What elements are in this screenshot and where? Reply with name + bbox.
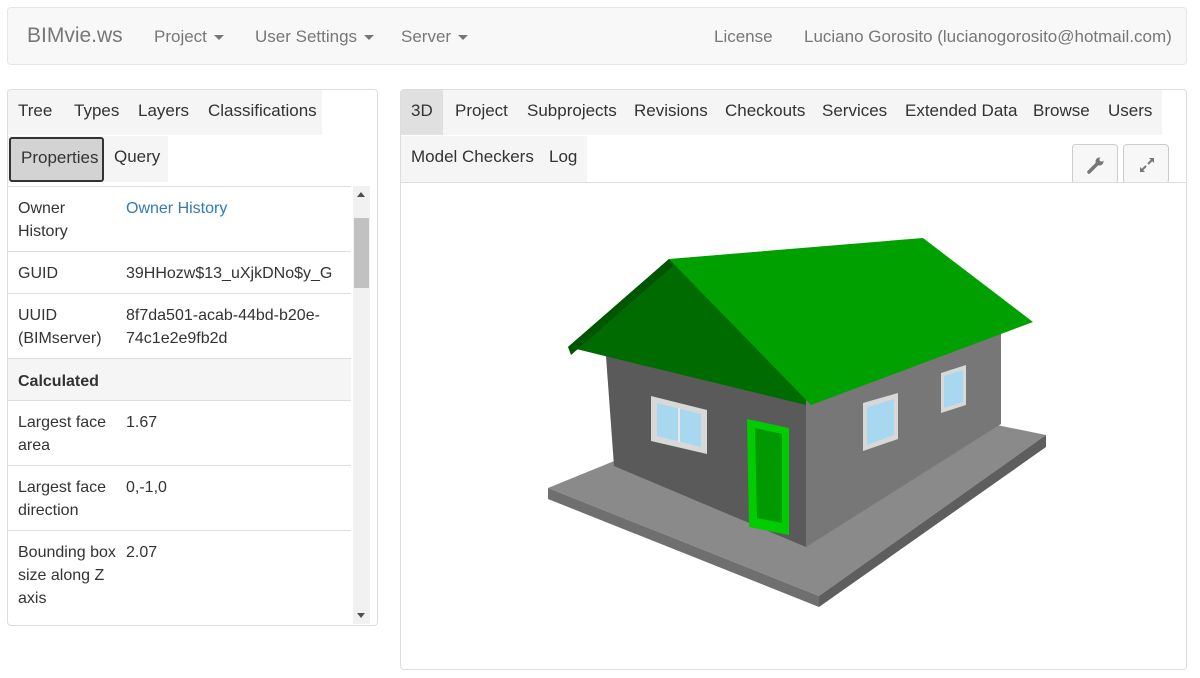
tab-3d[interactable]: 3D (401, 90, 443, 135)
menu-user-settings[interactable]: User Settings (255, 27, 375, 47)
property-key: Largest face area (18, 414, 107, 454)
property-row: GUID 39HHozw$13_uXjkDNo$y_G (8, 251, 351, 293)
menu-user-settings-label: User Settings (255, 27, 358, 46)
tab-types[interactable]: Types (64, 90, 129, 135)
property-key: UUID (BIMserver) (18, 307, 102, 347)
tab-extended-data[interactable]: Extended Data (895, 90, 1027, 135)
section-title: Calculated (18, 373, 99, 390)
menu-project-label: Project (154, 27, 207, 46)
scroll-up-arrow-icon[interactable] (357, 192, 365, 197)
tab-classifications[interactable]: Classifications (198, 90, 327, 135)
owner-history-link[interactable]: Owner History (126, 197, 346, 220)
top-navbar: BIMvie.ws Project User Settings Server L… (7, 7, 1187, 65)
tab-checkouts[interactable]: Checkouts (715, 90, 815, 135)
property-row: Largest face direction 0,-1,0 (8, 465, 351, 530)
menu-server[interactable]: Server (401, 27, 469, 47)
tab-log[interactable]: Log (539, 136, 587, 181)
caret-down-icon (458, 35, 469, 41)
section-header-calculated: Calculated (8, 358, 351, 400)
menu-project[interactable]: Project (154, 27, 224, 47)
menu-server-label: Server (401, 27, 452, 46)
properties-table: Owner History Owner History GUID 39HHozw… (8, 186, 351, 625)
property-value: 39HHozw$13_uXjkDNo$y_G (126, 265, 333, 282)
property-key: GUID (18, 265, 58, 282)
tab-revisions[interactable]: Revisions (624, 90, 718, 135)
property-row: Largest face area 1.67 (8, 400, 351, 465)
brand-logo[interactable]: BIMvie.ws (27, 24, 123, 48)
property-row: Owner History Owner History (8, 186, 351, 251)
door-panel (755, 428, 782, 523)
wrench-icon (1087, 157, 1104, 174)
property-value: 2.07 (126, 544, 158, 561)
window-side-2-glass (944, 370, 963, 408)
3d-viewport[interactable] (401, 182, 1186, 670)
property-value: 0,-1,0 (126, 479, 167, 496)
tab-services[interactable]: Services (812, 90, 897, 135)
tab-users[interactable]: Users (1098, 90, 1162, 135)
tab-model-checkers[interactable]: Model Checkers (401, 136, 544, 181)
fullscreen-button[interactable] (1123, 144, 1169, 184)
house-model-3d[interactable] (401, 183, 1186, 670)
property-key: Bounding box size along Z axis (18, 544, 116, 607)
expand-icon (1140, 158, 1154, 172)
scrollbar-thumb[interactable] (354, 218, 369, 288)
tab-properties[interactable]: Properties (9, 137, 104, 182)
tab-browse[interactable]: Browse (1023, 90, 1100, 135)
tab-tree[interactable]: Tree (8, 90, 62, 135)
right-panel: 3D Project Subprojects Revisions Checkou… (400, 89, 1187, 670)
left-panel: Tree Types Layers Classifications Proper… (7, 89, 378, 626)
property-value: 1.67 (126, 414, 158, 431)
caret-down-icon (213, 35, 224, 41)
scroll-down-arrow-icon[interactable] (357, 613, 365, 618)
caret-down-icon (364, 35, 375, 41)
settings-button[interactable] (1072, 144, 1118, 184)
license-link[interactable]: License (714, 27, 773, 47)
tab-subprojects[interactable]: Subprojects (517, 90, 627, 135)
tab-layers[interactable]: Layers (128, 90, 199, 135)
property-key: Largest face direction (18, 479, 107, 519)
property-key: Owner History (18, 200, 68, 240)
tab-project[interactable]: Project (445, 90, 518, 135)
tab-query[interactable]: Query (104, 136, 170, 181)
property-row: Bounding box size along Z axis 2.07 (8, 530, 351, 625)
property-row: UUID (BIMserver) 8f7da501-acab-44bd-b20e… (8, 293, 351, 358)
user-account-link[interactable]: Luciano Gorosito (lucianogorosito@hotmai… (804, 27, 1172, 47)
properties-scrollbar[interactable] (353, 186, 370, 624)
property-value: 8f7da501-acab-44bd-b20e-74c1e2e9fb2d (126, 307, 320, 347)
